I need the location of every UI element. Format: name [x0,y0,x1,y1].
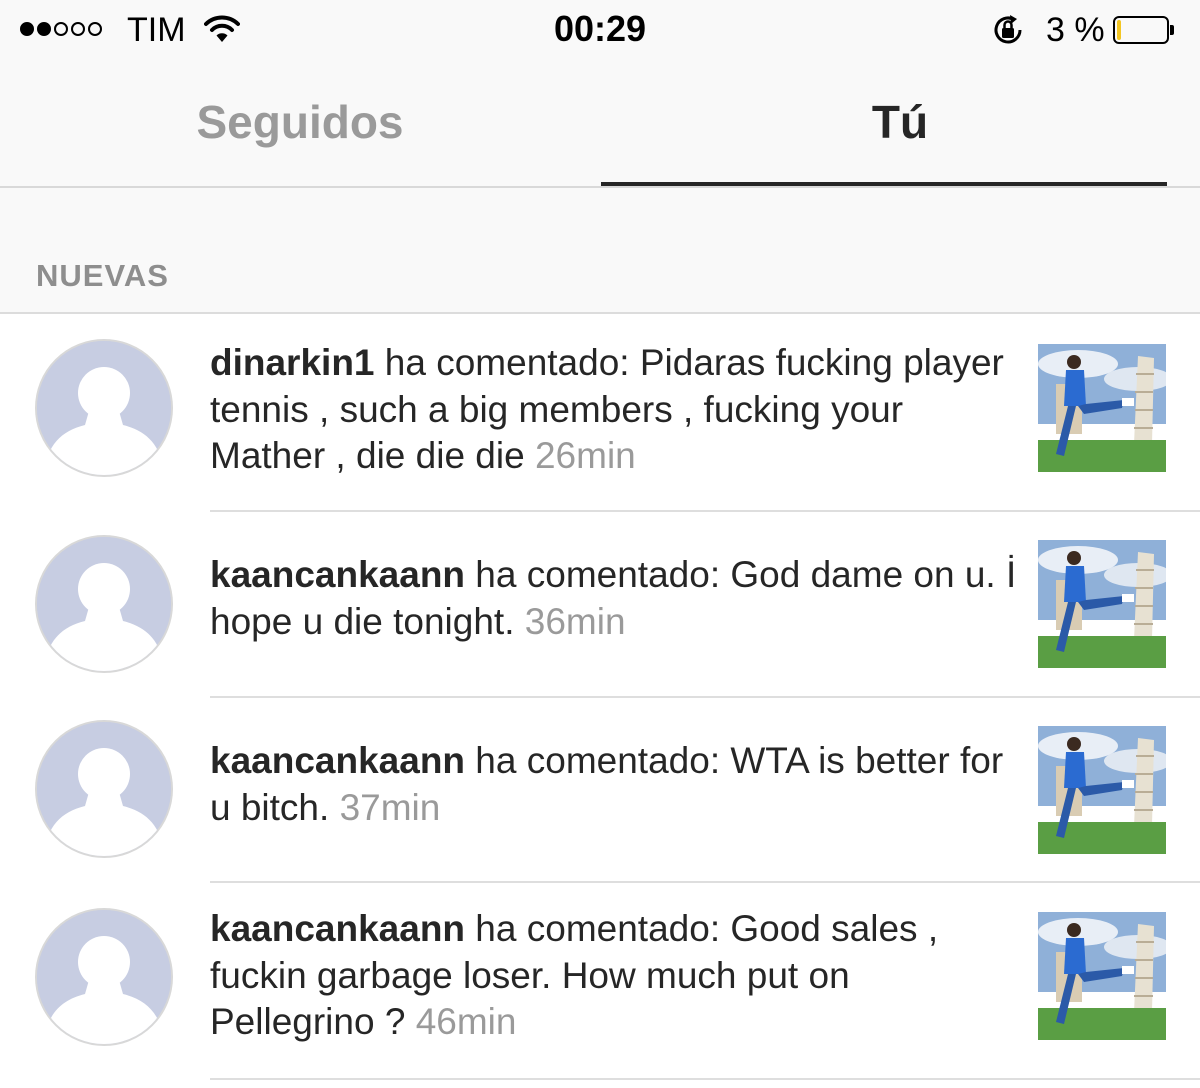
notification-action: ha comentado: [374,342,640,383]
notification-username[interactable]: kaancankaann [210,740,465,781]
user-placeholder-icon [37,722,171,856]
notification-text: dinarkin1 ha comentado: Pidaras fucking … [210,340,1020,480]
notification-action: ha comentado: [465,554,731,595]
user-placeholder-icon [37,341,171,475]
status-bar: TIM 00:29 3 % [0,0,1200,62]
avatar[interactable] [35,908,173,1046]
user-placeholder-icon [37,537,171,671]
user-placeholder-icon [37,910,171,1044]
notification-text: kaancankaann ha comentado: God dame on u… [210,552,1020,645]
avatar[interactable] [35,339,173,477]
battery-percentage: 3 % [1046,11,1105,49]
notification-item[interactable]: kaancankaann ha comentado: Good sales , … [0,884,1200,1088]
notification-time: 46min [415,1001,517,1042]
notification-item[interactable]: kaancankaann ha comentado: WTA is better… [0,698,1200,884]
row-divider [210,1078,1200,1080]
avatar[interactable] [35,720,173,858]
battery-icon [1113,16,1175,44]
avatar[interactable] [35,535,173,673]
notification-text: kaancankaann ha comentado: WTA is better… [210,738,1020,831]
post-thumbnail[interactable] [1038,726,1166,854]
notification-action: ha comentado: [465,908,731,949]
post-thumbnail-image [1038,344,1166,472]
activity-screen: TIM 00:29 3 % Seguidos Tú NUEVAS dinarki… [0,0,1200,1088]
battery-outline [1113,16,1169,44]
notification-username[interactable]: kaancankaann [210,554,465,595]
notification-text: kaancankaann ha comentado: Good sales , … [210,906,1020,1046]
post-thumbnail-image [1038,726,1166,854]
notification-item[interactable]: dinarkin1 ha comentado: Pidaras fucking … [0,314,1200,512]
notification-username[interactable]: dinarkin1 [210,342,375,383]
notification-time: 26min [534,435,636,476]
notification-time: 37min [339,786,441,828]
battery-tip [1170,25,1174,35]
notification-item[interactable]: kaancankaann ha comentado: God dame on u… [0,512,1200,698]
notification-username[interactable]: kaancankaann [210,908,465,949]
battery-level-fill [1117,20,1121,40]
notification-time: 36min [524,600,626,642]
notification-action: ha comentado: [465,740,731,781]
tab-following[interactable]: Seguidos [0,62,600,186]
activity-tabs: Seguidos Tú [0,62,1200,188]
section-title-new: NUEVAS [36,258,169,293]
row-divider [210,881,1200,883]
post-thumbnail-image [1038,912,1166,1040]
tab-you[interactable]: Tú [600,62,1200,186]
rotation-lock-icon [994,15,1022,44]
section-header: NUEVAS [0,188,1200,314]
post-thumbnail[interactable] [1038,540,1166,668]
post-thumbnail-image [1038,540,1166,668]
post-thumbnail[interactable] [1038,344,1166,472]
active-tab-indicator [601,182,1167,186]
post-thumbnail[interactable] [1038,912,1166,1040]
